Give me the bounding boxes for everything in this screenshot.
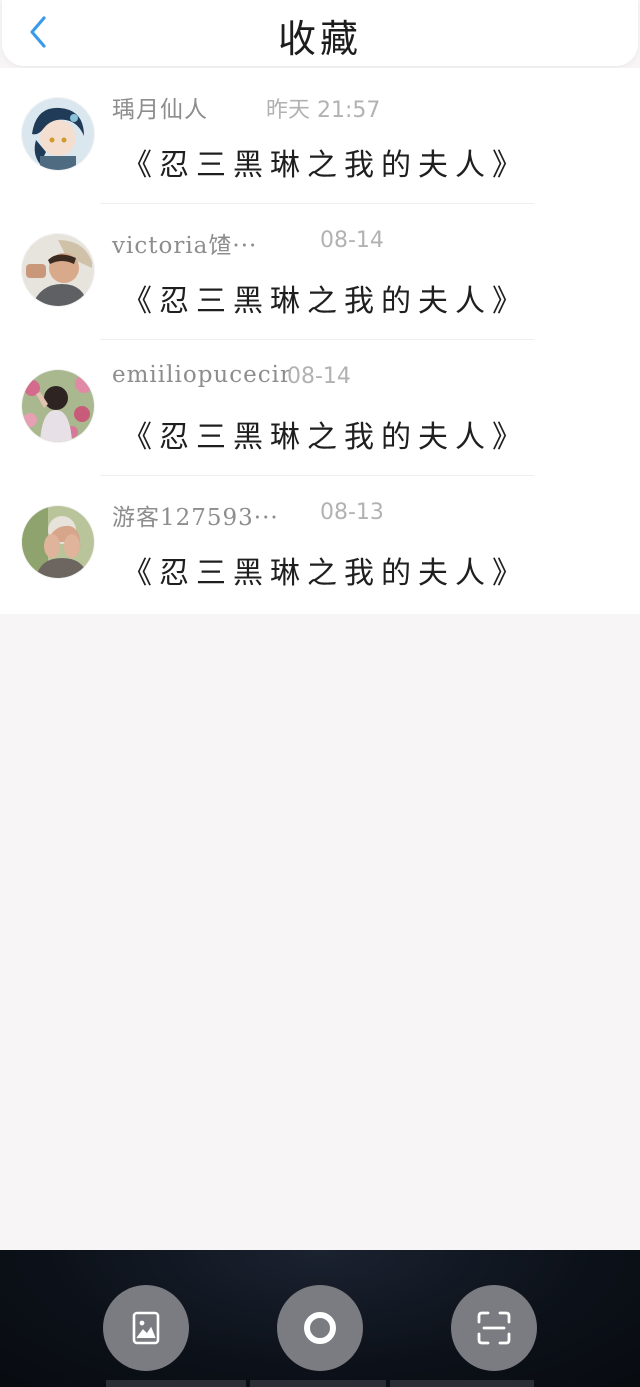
username: emiiliopucecir: [112, 362, 292, 388]
screen-recorder-toolbar: [0, 1250, 640, 1387]
toolbar-label-strip: [390, 1380, 534, 1387]
favorites-list: 瑀月仙人 昨天 21:57 《忍三黑琳之我的夫人》 victoria馇··· 0…: [0, 68, 640, 614]
item-meta: 游客127593··· 08-13: [112, 498, 512, 532]
scan-icon: [477, 1311, 511, 1345]
toolbar-label-strip: [106, 1380, 246, 1387]
timestamp: 08-13: [320, 500, 384, 525]
item-meta: 瑀月仙人 昨天 21:57: [112, 90, 512, 124]
username: 游客127593···: [112, 505, 279, 531]
person-in-flowers-avatar[interactable]: [22, 370, 94, 442]
username: victoria馇···: [112, 233, 258, 259]
person-covering-face-avatar[interactable]: [22, 506, 94, 578]
item-meta: victoria馇··· 08-14: [112, 226, 512, 260]
anime-character-avatar[interactable]: [22, 98, 94, 170]
page-title: 收藏: [277, 17, 362, 61]
timestamp: 08-14: [287, 364, 351, 389]
timestamp: 08-14: [320, 228, 384, 253]
favorite-item[interactable]: 瑀月仙人 昨天 21:57 《忍三黑琳之我的夫人》: [0, 68, 640, 204]
timestamp: 昨天 21:57: [266, 98, 381, 123]
work-title[interactable]: 《忍三黑琳之我的夫人》: [122, 140, 529, 184]
toolbar-label-strip: [250, 1380, 386, 1387]
work-title[interactable]: 《忍三黑琳之我的夫人》: [122, 548, 529, 592]
gallery-button[interactable]: [103, 1285, 189, 1371]
favorite-item[interactable]: victoria馇··· 08-14 《忍三黑琳之我的夫人》: [0, 204, 640, 340]
gallery-icon: [132, 1311, 160, 1345]
username: 瑀月仙人: [112, 97, 208, 123]
favorite-item[interactable]: emiiliopucecir 08-14 《忍三黑琳之我的夫人》: [0, 340, 640, 476]
scan-button[interactable]: [451, 1285, 537, 1371]
record-icon: [304, 1312, 336, 1344]
work-title[interactable]: 《忍三黑琳之我的夫人》: [122, 276, 529, 320]
item-meta: emiiliopucecir 08-14: [112, 362, 512, 396]
header-bar: 收藏: [2, 0, 638, 66]
favorite-item[interactable]: 游客127593··· 08-13 《忍三黑琳之我的夫人》: [0, 476, 640, 612]
person-with-hat-avatar[interactable]: [22, 234, 94, 306]
work-title[interactable]: 《忍三黑琳之我的夫人》: [122, 412, 529, 456]
record-button[interactable]: [277, 1285, 363, 1371]
